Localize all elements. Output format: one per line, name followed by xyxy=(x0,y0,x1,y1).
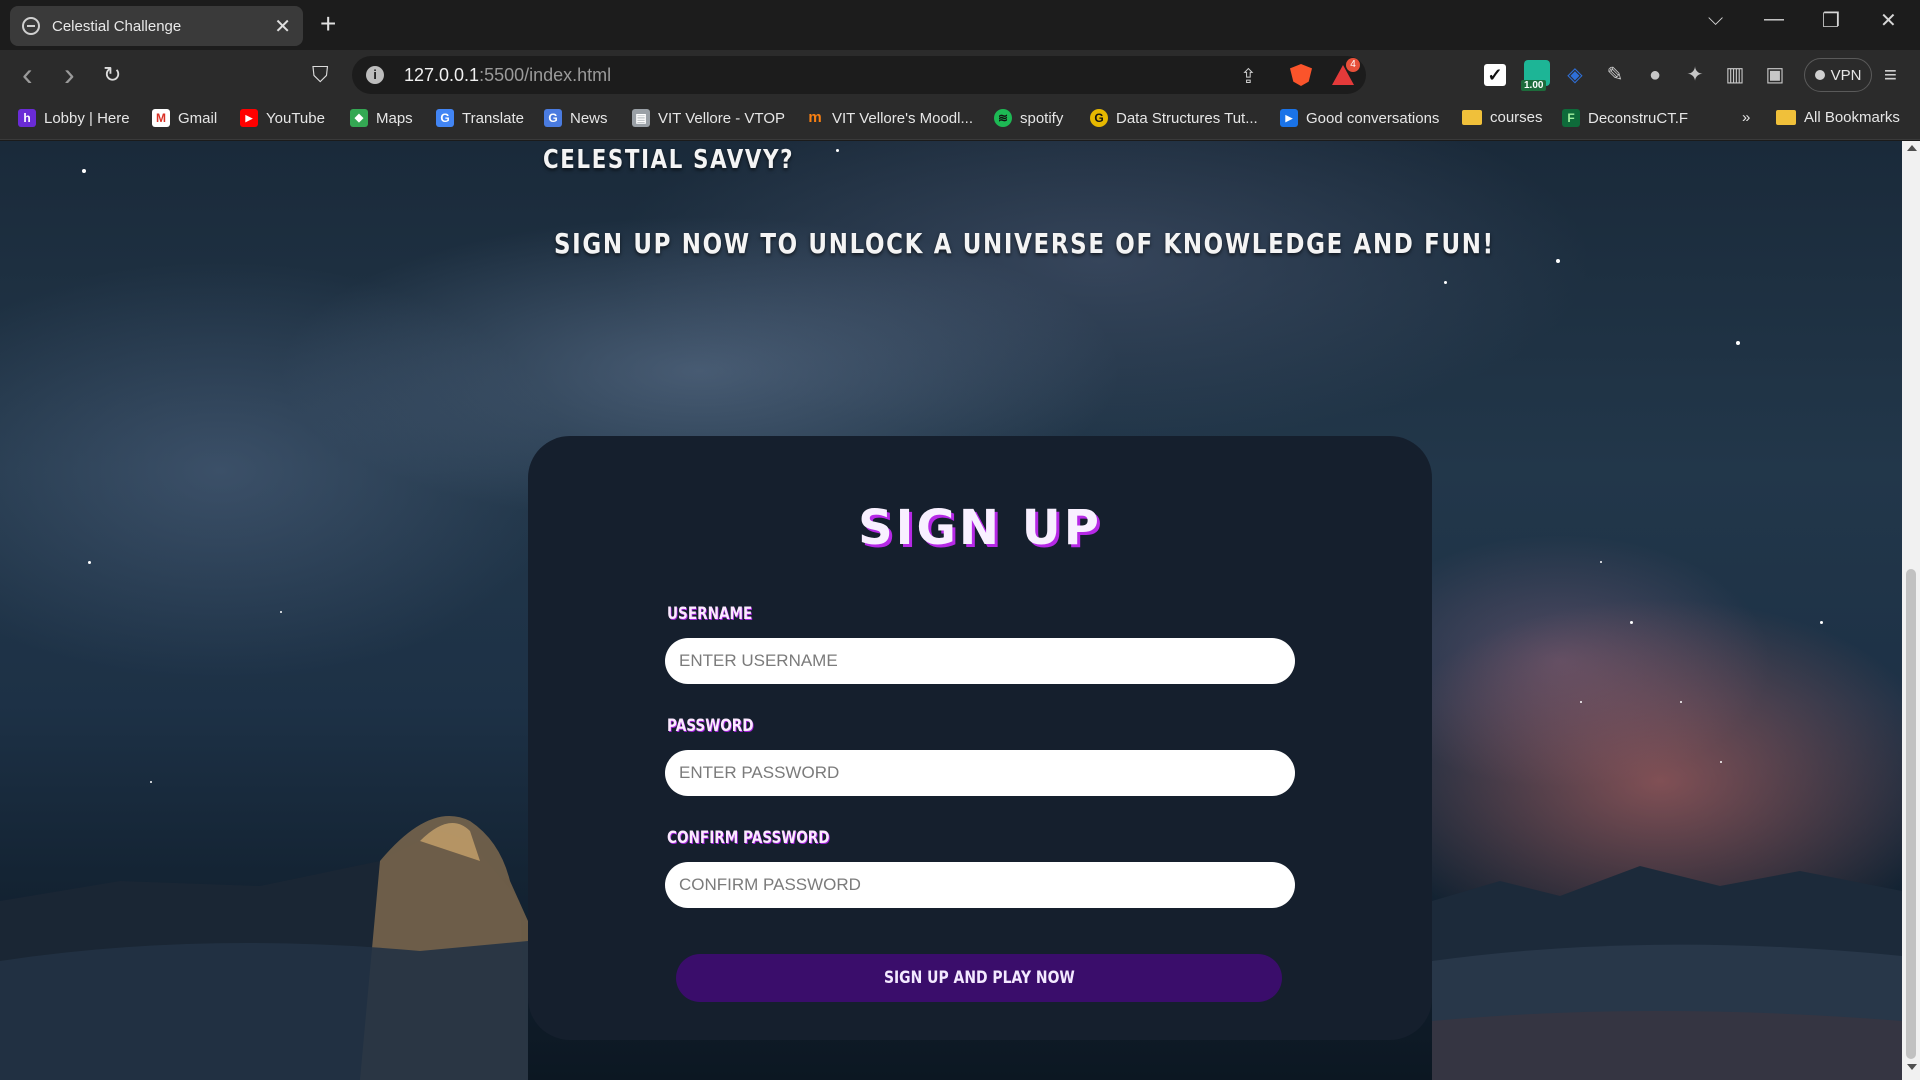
bookmark-folder-courses[interactable]: courses xyxy=(1462,109,1543,126)
moodle-icon: m xyxy=(808,109,822,126)
site-info-icon[interactable]: i xyxy=(366,66,384,84)
meter-extension-value: 1.00 xyxy=(1521,80,1547,91)
translate-icon: G xyxy=(436,109,454,127)
youtube-icon: ▶ xyxy=(240,109,258,127)
browser-menu-icon[interactable]: ≡ xyxy=(1884,62,1897,88)
bookmark-label: DeconstruCT.F xyxy=(1588,109,1689,127)
bookmark-gmail[interactable]: M Gmail xyxy=(152,109,217,127)
gmail-icon: M xyxy=(152,109,170,127)
maps-icon: ◆ xyxy=(350,109,368,127)
more-bookmarks-chevron-icon[interactable]: » xyxy=(1742,109,1750,126)
confirm-password-input[interactable] xyxy=(665,862,1295,908)
page-scrollbar[interactable] xyxy=(1902,141,1920,1080)
bookmark-label: Data Structures Tut... xyxy=(1116,109,1258,127)
extensions-puzzle-icon[interactable]: ✦ xyxy=(1684,64,1706,86)
scroll-down-arrow-icon[interactable] xyxy=(1907,1064,1917,1070)
deconstructf-icon: F xyxy=(1562,109,1580,127)
vtop-icon: ▤ xyxy=(632,109,650,127)
scroll-up-arrow-icon[interactable] xyxy=(1907,145,1917,151)
wallet-icon[interactable]: ▣ xyxy=(1764,64,1786,86)
tab-title: Celestial Challenge xyxy=(52,17,182,35)
bookmark-deconstructf[interactable]: F DeconstruCT.F xyxy=(1562,109,1688,127)
bookmark-label: VIT Vellore's Moodl... xyxy=(832,109,973,127)
bookmark-lobby-here[interactable]: h Lobby | Here xyxy=(18,109,130,127)
bookmark-vit-vtop[interactable]: ▤ VIT Vellore - VTOP xyxy=(632,109,785,127)
bookmark-label: Translate xyxy=(462,109,524,127)
bookmark-vit-moodle[interactable]: m VIT Vellore's Moodl... xyxy=(806,109,973,127)
back-button[interactable]: ‹ xyxy=(22,56,33,93)
address-bar[interactable]: i 127.0.0.1 :5500/index.html ⇪ 4 xyxy=(352,56,1366,94)
close-window-button[interactable]: ✕ xyxy=(1880,8,1897,33)
forward-button[interactable]: › xyxy=(64,56,75,93)
bookmark-data-structures[interactable]: G Data Structures Tut... xyxy=(1090,109,1258,127)
hero-tagline: SIGN UP NOW TO UNLOCK A UNIVERSE OF KNOW… xyxy=(554,227,1495,260)
vpn-button[interactable]: VPN xyxy=(1804,58,1872,92)
signup-submit-label: SIGN UP AND PLAY NOW xyxy=(883,968,1075,988)
password-label: PASSWORD xyxy=(667,716,754,736)
signup-submit-button[interactable]: SIGN UP AND PLAY NOW xyxy=(676,954,1282,1002)
confirm-password-label: CONFIRM PASSWORD xyxy=(667,828,830,848)
bookmark-label: Maps xyxy=(376,109,413,127)
tab-strip: Celestial Challenge ✕ + ⌵ — ❐ ✕ xyxy=(0,0,1920,50)
new-tab-button[interactable]: + xyxy=(320,10,336,38)
tab-search-chevron-icon[interactable]: ⌵ xyxy=(1708,8,1723,31)
bookmark-translate[interactable]: G Translate xyxy=(436,109,524,127)
bookmarks-bar: h Lobby | Here M Gmail ▶ YouTube ◆ Maps … xyxy=(0,100,1920,140)
vpn-label: VPN xyxy=(1830,66,1862,84)
gfg-icon: G xyxy=(1090,109,1108,127)
minimize-button[interactable]: — xyxy=(1764,8,1784,31)
spotify-icon: ≋ xyxy=(994,109,1012,127)
close-tab-icon[interactable]: ✕ xyxy=(274,14,291,39)
username-input[interactable] xyxy=(665,638,1295,684)
tab-celestial-challenge[interactable]: Celestial Challenge ✕ xyxy=(10,6,303,46)
bookmark-page-icon[interactable]: ⛉ xyxy=(312,62,329,88)
all-bookmarks-label: All Bookmarks xyxy=(1804,109,1900,126)
signup-title: SIGN UP xyxy=(858,500,1102,556)
video-icon: ▶ xyxy=(1280,109,1298,127)
signup-card: SIGN UP USERNAME PASSWORD CONFIRM PASSWO… xyxy=(528,436,1432,1040)
bookmark-folder-all[interactable]: All Bookmarks xyxy=(1776,109,1900,126)
url-path: :5500/index.html xyxy=(479,64,612,85)
bookmark-label: Lobby | Here xyxy=(44,109,130,127)
bookmark-spotify[interactable]: ≋ spotify xyxy=(994,109,1063,127)
bookmark-label: YouTube xyxy=(266,109,325,127)
bookmark-label: News xyxy=(570,109,608,127)
google-news-icon: G xyxy=(544,109,562,127)
hero-question: CELESTIAL SAVVY? xyxy=(543,145,795,175)
page-viewport: CELESTIAL SAVVY? SIGN UP NOW TO UNLOCK A… xyxy=(0,141,1902,1080)
mouse-extension-icon[interactable]: ● xyxy=(1644,64,1666,86)
restore-button[interactable]: ❐ xyxy=(1822,8,1840,33)
bookmark-youtube[interactable]: ▶ YouTube xyxy=(240,109,325,127)
reload-button[interactable]: ↻ xyxy=(103,62,121,88)
url-host: 127.0.0.1 xyxy=(404,64,480,85)
bookmark-label: Gmail xyxy=(178,109,218,127)
folder-icon xyxy=(1462,110,1482,125)
bookmark-label: courses xyxy=(1490,109,1543,126)
share-icon[interactable]: ⇪ xyxy=(1240,64,1257,89)
scrollbar-thumb[interactable] xyxy=(1906,569,1916,1059)
rewards-count-badge: 4 xyxy=(1346,58,1360,72)
bookmark-label: Good conversations xyxy=(1306,109,1440,127)
sidebar-toggle-icon[interactable]: ▥ xyxy=(1724,64,1746,86)
vpn-status-icon xyxy=(1814,70,1825,80)
bookmark-good-conversations[interactable]: ▶ Good conversations xyxy=(1280,109,1439,127)
globe-icon xyxy=(22,17,40,35)
bookmark-maps[interactable]: ◆ Maps xyxy=(350,109,413,127)
todo-extension-icon[interactable]: ✓ xyxy=(1484,64,1506,86)
username-label: USERNAME xyxy=(667,604,753,624)
browser-toolbar: ‹ › ↻ ⛉ i 127.0.0.1 :5500/index.html ⇪ 4… xyxy=(0,50,1920,100)
bookmark-label: VIT Vellore - VTOP xyxy=(658,109,785,127)
translate-extension-icon[interactable]: ◈ xyxy=(1564,64,1586,86)
folder-icon xyxy=(1776,110,1796,125)
password-input[interactable] xyxy=(665,750,1295,796)
bookmark-news[interactable]: G News xyxy=(544,109,608,127)
color-picker-icon[interactable]: ✎ xyxy=(1604,64,1626,86)
bookmark-label: spotify xyxy=(1020,109,1064,127)
lobby-here-icon: h xyxy=(18,109,36,127)
brave-shields-icon[interactable] xyxy=(1290,64,1312,86)
